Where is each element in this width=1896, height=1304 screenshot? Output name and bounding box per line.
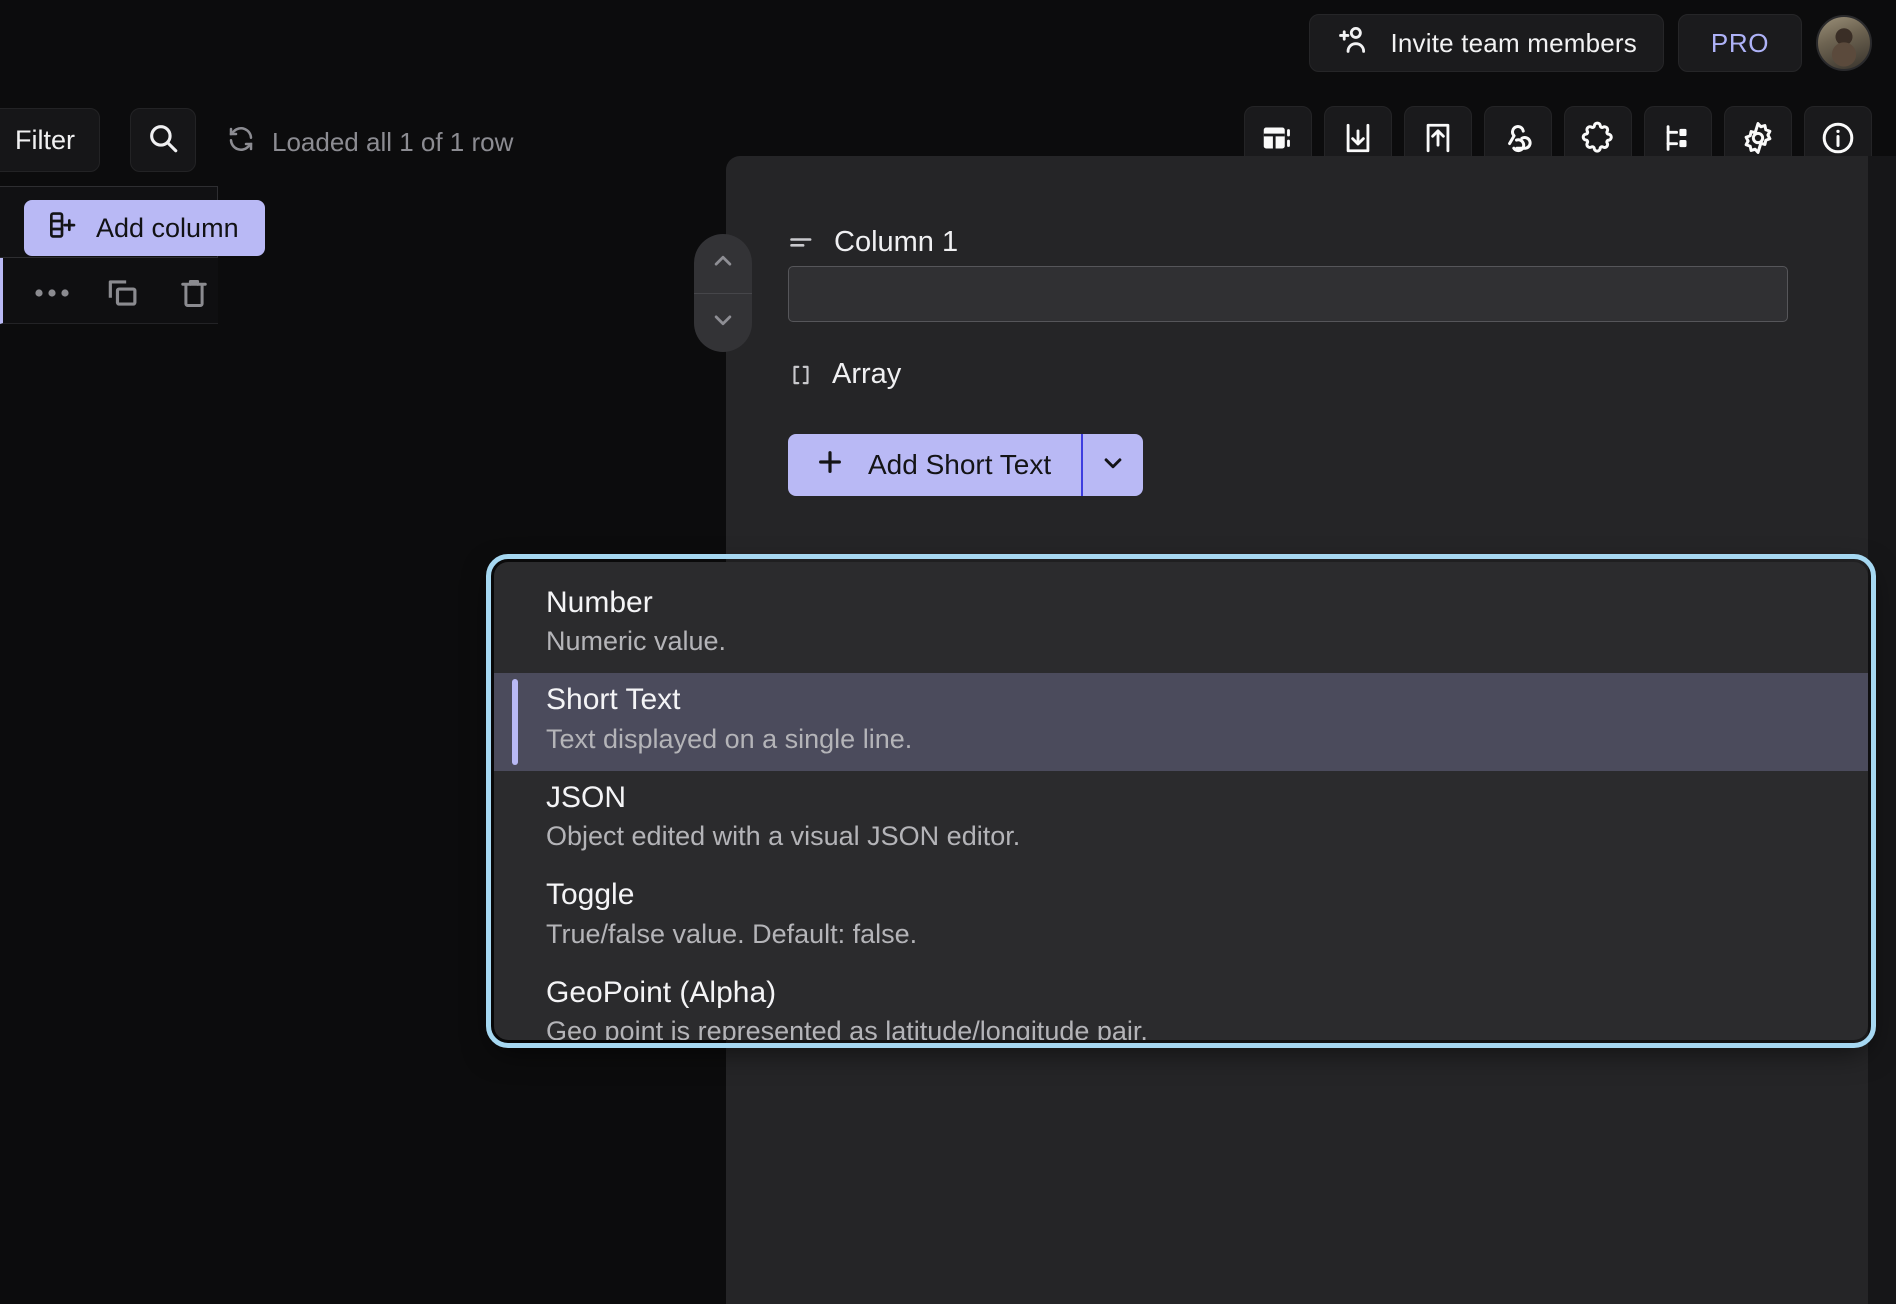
- filter-button[interactable]: Filter: [0, 108, 100, 172]
- table-collection-icon: [1260, 120, 1296, 161]
- dropdown-item-toggle[interactable]: Toggle True/false value. Default: false.: [494, 868, 1868, 965]
- row-delete-icon[interactable]: [176, 274, 212, 312]
- panel-right-edge: [1868, 156, 1896, 1304]
- field-label-array: Array: [788, 358, 901, 391]
- dropdown-item-description: Text displayed on a single line.: [546, 722, 1868, 757]
- invite-team-members-label: Invite team members: [1390, 28, 1637, 59]
- column-add-icon: [46, 209, 78, 248]
- short-text-icon: [788, 229, 816, 257]
- search-icon: [146, 121, 180, 160]
- dropdown-item-title: Toggle: [546, 876, 1868, 914]
- avatar[interactable]: [1816, 15, 1872, 71]
- dropdown-item-short-text[interactable]: Short Text Text displayed on a single li…: [494, 673, 1868, 770]
- schema-tree-icon: [1661, 121, 1695, 160]
- filter-label: Filter: [15, 125, 75, 156]
- dropdown-item-json[interactable]: JSON Object edited with a visual JSON ed…: [494, 771, 1868, 868]
- dropdown-item-title: Short Text: [546, 681, 1868, 719]
- top-bar-actions: Invite team members PRO: [1309, 14, 1872, 72]
- array-brackets-icon: [788, 360, 814, 390]
- plus-icon: [814, 446, 846, 485]
- row-duplicate-icon[interactable]: [104, 274, 142, 312]
- next-record-button[interactable]: [694, 293, 752, 353]
- dropdown-item-description: Geo point is represented as latitude/lon…: [546, 1014, 1868, 1040]
- chevron-down-icon: [1098, 448, 1128, 483]
- info-icon: [1820, 120, 1856, 161]
- invite-team-members-button[interactable]: Invite team members: [1309, 14, 1664, 72]
- chevron-up-icon: [708, 246, 738, 281]
- pro-badge-button[interactable]: PRO: [1678, 14, 1802, 72]
- add-array-item-group: Add Short Text: [788, 434, 1143, 496]
- field-label-column-1: Column 1: [788, 226, 958, 259]
- load-status-text: Loaded all 1 of 1 row: [272, 127, 513, 158]
- dropdown-item-title: GeoPoint (Alpha): [546, 974, 1868, 1012]
- search-button[interactable]: [130, 108, 196, 172]
- add-column-label: Add column: [96, 213, 239, 244]
- export-icon: [1421, 121, 1455, 160]
- dropdown-item-title: JSON: [546, 779, 1868, 817]
- person-add-icon: [1336, 23, 1370, 64]
- dropdown-item-geopoint[interactable]: GeoPoint (Alpha) Geo point is represente…: [494, 966, 1868, 1040]
- record-stepper: [694, 234, 752, 352]
- refresh-icon: [226, 124, 256, 161]
- dropdown-item-description: True/false value. Default: false.: [546, 917, 1868, 952]
- gear-icon: [1740, 120, 1776, 161]
- load-status: Loaded all 1 of 1 row: [226, 124, 513, 161]
- field-label-text: Column 1: [834, 226, 958, 259]
- chevron-down-icon: [708, 305, 738, 340]
- webhook-icon: [1500, 120, 1536, 161]
- add-type-dropdown-toggle[interactable]: [1081, 434, 1143, 496]
- extension-icon: [1580, 120, 1616, 161]
- app-root: Invite team members PRO Filter: [0, 0, 1896, 1304]
- add-short-text-button[interactable]: Add Short Text: [788, 434, 1081, 496]
- row-action-group: [34, 274, 212, 312]
- row-more-icon[interactable]: [34, 285, 70, 301]
- previous-record-button[interactable]: [694, 234, 752, 293]
- dropdown-item-title: Number: [546, 584, 1868, 622]
- dropdown-item-number[interactable]: Number Numeric value.: [494, 576, 1868, 673]
- field-label-text: Array: [832, 358, 901, 391]
- dropdown-item-description: Numeric value.: [546, 624, 1868, 659]
- field-type-dropdown-menu: Number Numeric value. Short Text Text di…: [494, 562, 1868, 1040]
- dropdown-item-description: Object edited with a visual JSON editor.: [546, 819, 1868, 854]
- pro-label: PRO: [1711, 28, 1769, 59]
- add-short-text-label: Add Short Text: [868, 449, 1051, 481]
- top-bar: Invite team members PRO: [0, 0, 1896, 96]
- add-column-button[interactable]: Add column: [24, 200, 265, 256]
- import-icon: [1341, 121, 1375, 160]
- column-1-input[interactable]: [788, 266, 1788, 322]
